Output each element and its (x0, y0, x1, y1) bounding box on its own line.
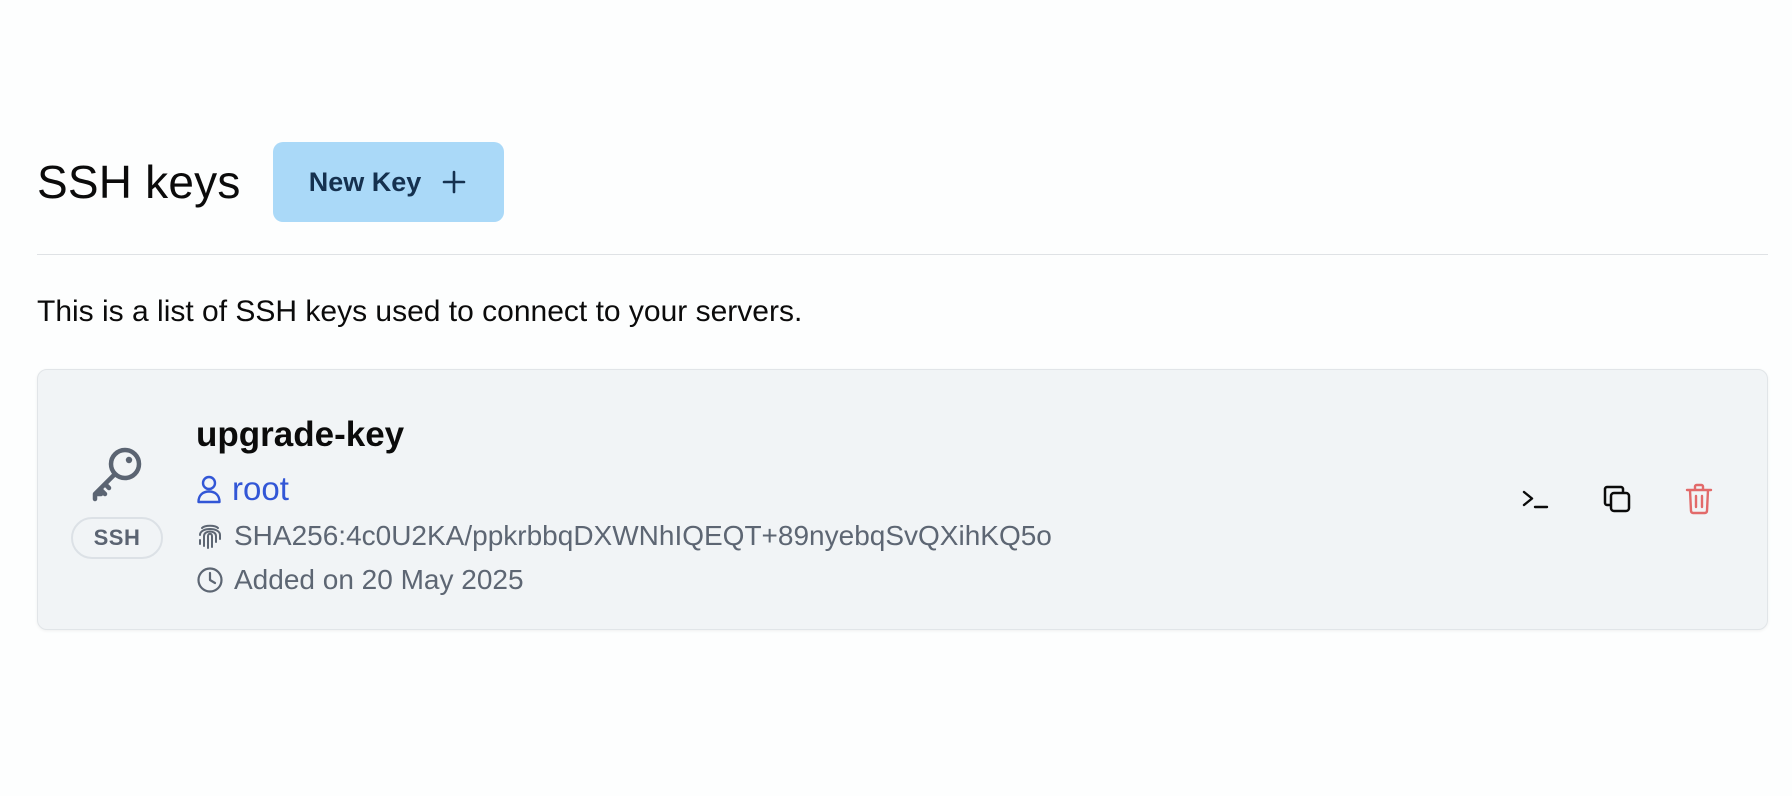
page-header: SSH keys New Key (37, 142, 504, 222)
key-actions (1519, 483, 1715, 518)
ssh-keys-page: SSH keys New Key This is a list of SSH k… (0, 0, 1792, 796)
key-user[interactable]: root (232, 467, 289, 511)
key-date-row: Added on 20 May 2025 (196, 562, 524, 598)
copy-key-button[interactable] (1601, 484, 1633, 516)
page-title: SSH keys (37, 156, 241, 208)
plus-icon (441, 169, 467, 195)
connect-terminal-button[interactable] (1519, 484, 1551, 516)
terminal-icon (1521, 485, 1549, 516)
key-fingerprint: SHA256:4c0U2KA/ppkrbbqDXWNhIQEQT+89nyebq… (234, 520, 1052, 551)
key-name: upgrade-key (196, 415, 405, 454)
trash-icon (1685, 483, 1713, 518)
key-user-row[interactable]: root (196, 467, 289, 511)
user-icon (196, 474, 222, 504)
delete-key-button[interactable] (1683, 483, 1715, 518)
key-icon (87, 442, 147, 502)
header-divider (37, 254, 1768, 255)
ssh-key-card: SSH upgrade-key root SHA256:4c0U2KA/ppkr… (37, 369, 1768, 630)
key-added-date: Added on 20 May 2025 (234, 564, 524, 595)
copy-icon (1602, 484, 1632, 517)
new-key-button[interactable]: New Key (272, 142, 504, 222)
new-key-button-label: New Key (308, 166, 422, 197)
fingerprint-icon (196, 522, 224, 550)
clock-icon (196, 566, 224, 594)
key-fingerprint-row: SHA256:4c0U2KA/ppkrbbqDXWNhIQEQT+89nyebq… (196, 518, 1052, 554)
key-type-badge: SSH (71, 517, 163, 559)
page-description: This is a list of SSH keys used to conne… (37, 295, 803, 328)
